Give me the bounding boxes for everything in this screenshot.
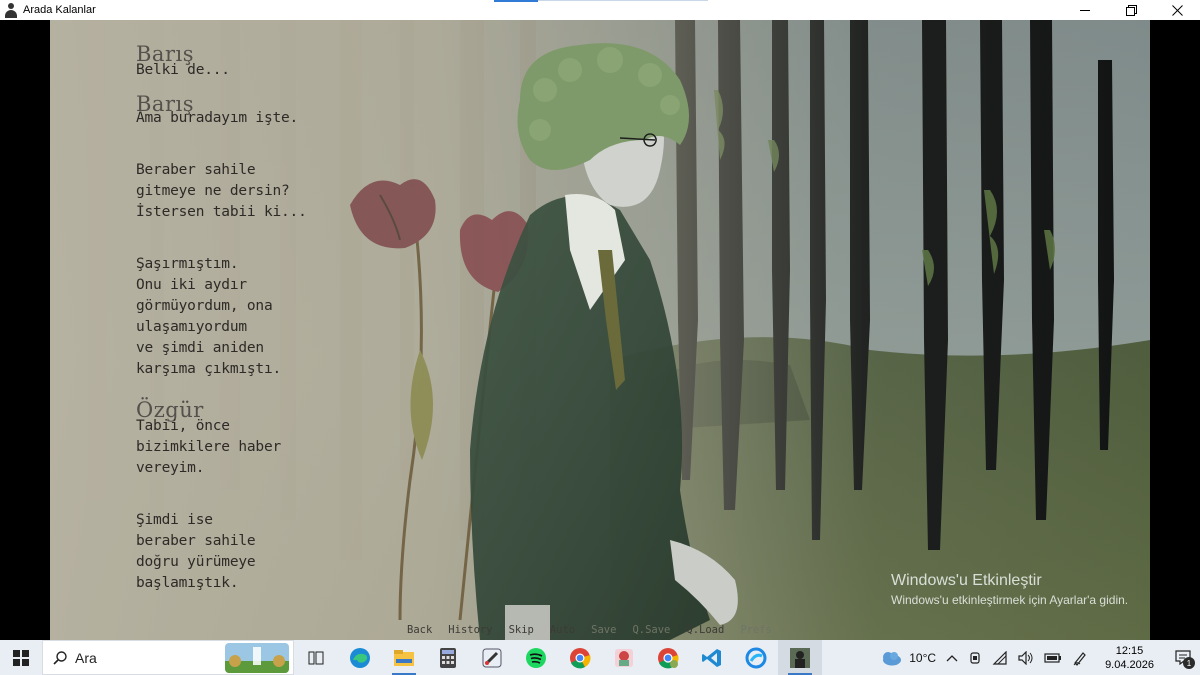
dialogue-line: vereyim. xyxy=(136,460,205,476)
battery-icon[interactable] xyxy=(1039,640,1067,675)
volume-icon[interactable] xyxy=(1013,640,1039,675)
task-view-icon[interactable] xyxy=(294,640,338,675)
quick-menu-auto-button[interactable]: Auto xyxy=(542,624,583,636)
blue-app-icon[interactable] xyxy=(734,640,778,675)
cloud-icon xyxy=(883,651,902,665)
quick-menu-history-button[interactable]: History xyxy=(440,624,500,636)
clock-time: 12:15 xyxy=(1115,644,1144,657)
dialogue-line: bizimkilere haber xyxy=(136,439,282,455)
quick-menu-prefs-button[interactable]: Prefs xyxy=(732,624,780,636)
system-tray: 10°C 12:15 9.04.2026 1 xyxy=(874,640,1200,675)
quick-menu-skip-button[interactable]: Skip xyxy=(501,624,542,636)
windows-logo-icon xyxy=(13,649,29,666)
quick-menu-save-button[interactable]: Save xyxy=(583,624,624,636)
clock[interactable]: 12:15 9.04.2026 xyxy=(1093,644,1166,672)
weather-widget[interactable]: 10°C xyxy=(874,640,941,675)
quick-menu-q-load-button[interactable]: Q.Load xyxy=(678,624,732,636)
game-screen[interactable]: Barış Belki de... Barış Ama buradayım işte.… xyxy=(50,20,1150,640)
windows-activation-watermark: Windows'u Etkinleştir Windows'u etkinleş… xyxy=(891,572,1128,607)
edge-icon[interactable] xyxy=(338,640,382,675)
notifications-button[interactable]: 1 xyxy=(1166,640,1200,675)
arada-kalanlar-icon[interactable] xyxy=(778,640,822,675)
dialogue-line: Beraber sahile xyxy=(136,162,256,178)
dialogue-line: Onu iki aydır xyxy=(136,277,247,293)
paint-icon[interactable] xyxy=(470,640,514,675)
close-button[interactable] xyxy=(1154,0,1200,20)
spotify-icon[interactable] xyxy=(514,640,558,675)
meet-now-icon[interactable] xyxy=(963,640,987,675)
vscode-icon[interactable] xyxy=(690,640,734,675)
notification-count: 1 xyxy=(1183,657,1195,669)
dialogue-line: görmüyordum, ona xyxy=(136,298,273,314)
letterbox-right xyxy=(1150,20,1200,640)
weather-temperature: 10°C xyxy=(909,650,937,665)
dialogue-line: beraber sahile xyxy=(136,533,256,549)
dialogue-line: doğru yürümeye xyxy=(136,554,256,570)
dialogue-line: gitmeye ne dersin? xyxy=(136,183,290,199)
start-button[interactable] xyxy=(0,640,42,675)
window-title: Arada Kalanlar xyxy=(23,4,96,16)
window-title-bar[interactable]: Arada Kalanlar xyxy=(0,0,1200,20)
quick-menu: Back History Skip Auto Save Q.Save Q.Load Prefs xyxy=(399,624,780,636)
watermark-title: Windows'u Etkinleştir xyxy=(891,572,1042,589)
dialogue-line: Belki de... xyxy=(136,62,230,78)
clock-date: 9.04.2026 xyxy=(1105,658,1154,671)
quick-menu-back-button[interactable]: Back xyxy=(399,624,440,636)
dialogue-line: Tabii, önce xyxy=(136,418,230,434)
dialogue-line: ulaşamıyordum xyxy=(136,319,247,335)
app-icon xyxy=(3,2,19,18)
dialogue-line: İstersen tabii ki... xyxy=(136,204,307,220)
watermark-subtitle: Windows'u etkinleştirmek için Ayarlar'a … xyxy=(891,593,1129,607)
game-character-icon[interactable] xyxy=(602,640,646,675)
chrome-profile-icon[interactable] xyxy=(646,640,690,675)
chrome-icon[interactable] xyxy=(558,640,602,675)
wifi-icon[interactable] xyxy=(987,640,1013,675)
dialogue-line: Ama buradayım işte. xyxy=(136,110,299,126)
title-accent-bar xyxy=(494,0,538,2)
minimize-button[interactable] xyxy=(1062,0,1108,20)
dialogue-line: ve şimdi aniden xyxy=(136,340,264,356)
chevron-up-icon xyxy=(946,654,958,661)
search-highlight-image xyxy=(225,643,289,673)
close-icon xyxy=(1171,4,1183,16)
restore-icon xyxy=(1125,4,1137,16)
dialogue-line: karşıma çıkmıştı. xyxy=(136,361,282,377)
letterbox-left xyxy=(0,20,50,640)
dialogue-line: başlamıştık. xyxy=(136,575,239,591)
taskbar: Ara 10°C 12:15 9.04.2026 1 xyxy=(0,640,1200,675)
pen-icon[interactable] xyxy=(1067,640,1093,675)
taskbar-search[interactable]: Ara xyxy=(42,640,294,675)
search-placeholder: Ara xyxy=(75,649,97,666)
dialogue-line: Şimdi ise xyxy=(136,512,213,528)
minimize-icon xyxy=(1080,10,1090,11)
calculator-icon[interactable] xyxy=(426,640,470,675)
search-icon xyxy=(53,650,67,665)
file-explorer-icon[interactable] xyxy=(382,640,426,675)
dialogue-line: Şaşırmıştım. xyxy=(136,256,239,272)
title-accent-line xyxy=(538,0,708,1)
restore-button[interactable] xyxy=(1108,0,1154,20)
show-hidden-icons-button[interactable] xyxy=(941,640,963,675)
quick-menu-q-save-button[interactable]: Q.Save xyxy=(624,624,678,636)
